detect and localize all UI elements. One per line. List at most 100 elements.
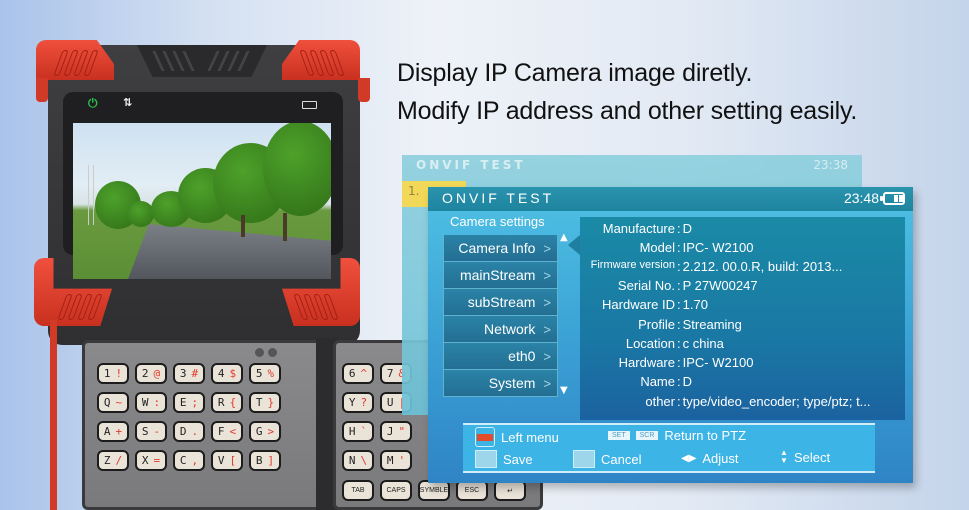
info-key: Location bbox=[625, 336, 675, 351]
key[interactable]: M ' bbox=[380, 450, 412, 471]
up-down-arrows-icon: ▲▼ bbox=[780, 448, 788, 465]
key-primary: J bbox=[386, 425, 394, 438]
key[interactable]: J " bbox=[380, 421, 412, 442]
headline-line-1: Display IP Camera image diretly. bbox=[397, 59, 753, 87]
menu-item-label: subStream bbox=[467, 294, 536, 310]
key[interactable]: R{ bbox=[211, 392, 243, 413]
hint-adjust: ◀▶ Adjust bbox=[681, 451, 739, 466]
key[interactable]: T} bbox=[249, 392, 281, 413]
info-value: type/video_encoder; type/ptz; t... bbox=[682, 394, 871, 409]
section-label: Camera settings bbox=[450, 214, 545, 229]
key[interactable]: G > bbox=[249, 421, 281, 442]
info-row-model: Model: IPC- W2100 bbox=[580, 240, 905, 259]
key[interactable]: E; bbox=[173, 392, 205, 413]
key[interactable]: F < bbox=[211, 421, 243, 442]
info-value: IPC- W2100 bbox=[682, 355, 754, 370]
hint-label: Save bbox=[503, 451, 533, 467]
key[interactable]: 2 @ bbox=[135, 363, 167, 384]
menu-item-camera-info[interactable]: Camera Info > bbox=[443, 235, 558, 262]
scroll-down-arrow-icon[interactable]: ▼ bbox=[560, 385, 568, 396]
info-key: Hardware ID bbox=[602, 297, 675, 312]
battery-icon bbox=[302, 101, 317, 109]
key-primary: 2 bbox=[141, 367, 149, 380]
headline: Display IP Camera image diretly. Modify … bbox=[397, 54, 857, 130]
clock: 23:48 bbox=[843, 190, 879, 206]
key[interactable]: V[ bbox=[211, 450, 243, 471]
key-symbol: $ bbox=[229, 367, 237, 380]
key-primary: 1 bbox=[103, 367, 111, 380]
key[interactable]: 3 # bbox=[173, 363, 205, 384]
key[interactable]: ESC bbox=[456, 480, 488, 501]
key-primary: N bbox=[348, 454, 356, 467]
key[interactable]: D. bbox=[173, 421, 205, 442]
info-value: IPC- W2100 bbox=[682, 240, 754, 255]
key-primary: C bbox=[179, 454, 187, 467]
key[interactable]: Y? bbox=[342, 392, 374, 413]
key-symbol: + bbox=[115, 425, 123, 438]
tester-device: ⏻ ⇅ 1! 2 @3 #4 $5% Q ~ W: E; R{T} A + S - D. F < G > Z / X = C,… bbox=[0, 0, 543, 510]
menu-item-mainstream[interactable]: mainStream > bbox=[443, 262, 558, 289]
info-value: P 27W00247 bbox=[682, 278, 758, 293]
key[interactable]: B] bbox=[249, 450, 281, 471]
zoom-key-icon bbox=[475, 427, 495, 447]
key-primary: 6 bbox=[348, 367, 356, 380]
info-row-profile: Profile: Streaming bbox=[580, 317, 905, 336]
key-symbol: % bbox=[267, 367, 275, 380]
menu-item-substream[interactable]: subStream > bbox=[443, 289, 558, 316]
menu-item-label: Network bbox=[484, 321, 536, 337]
speaker-grille bbox=[137, 45, 267, 77]
key[interactable]: CAPS bbox=[380, 480, 412, 501]
menu-item-label: System bbox=[488, 375, 536, 391]
menu-item-label: mainStream bbox=[459, 267, 536, 283]
data-transfer-icon: ⇅ bbox=[123, 96, 133, 109]
key-primary: 4 bbox=[217, 367, 225, 380]
scroll-up-arrow-icon[interactable]: ▲ bbox=[560, 232, 568, 243]
key-primary: V bbox=[217, 454, 225, 467]
key[interactable]: C, bbox=[173, 450, 205, 471]
key-symbol: ] bbox=[267, 454, 275, 467]
key-symbol: ; bbox=[191, 396, 199, 409]
key[interactable]: W: bbox=[135, 392, 167, 413]
scr-key-badge: SCR bbox=[635, 431, 659, 440]
back-tab-label: 1. bbox=[408, 184, 420, 198]
bumper-side-left bbox=[36, 78, 48, 102]
key-symbol: ' bbox=[398, 454, 406, 467]
key[interactable]: H ` bbox=[342, 421, 374, 442]
key-symbol: , bbox=[191, 454, 199, 467]
menu-item-network[interactable]: Network > bbox=[443, 316, 558, 343]
key-primary: 7 bbox=[386, 367, 394, 380]
selection-pointer bbox=[568, 235, 580, 255]
iris-plus-key-icon bbox=[475, 450, 497, 468]
key[interactable]: Z / bbox=[97, 450, 129, 471]
info-row-other: other: type/video_encoder; type/ptz; t... bbox=[580, 394, 905, 413]
key-symbol: > bbox=[267, 425, 275, 438]
menu-item-eth0[interactable]: eth0 > bbox=[443, 343, 558, 370]
key[interactable]: N \ bbox=[342, 450, 374, 471]
key-primary: E bbox=[179, 396, 187, 409]
key-symbol: } bbox=[267, 396, 275, 409]
key[interactable]: 4 $ bbox=[211, 363, 243, 384]
key-primary: X bbox=[141, 454, 149, 467]
key[interactable]: Q ~ bbox=[97, 392, 129, 413]
key-primary: Y bbox=[348, 396, 356, 409]
headline-line-2: Modify IP address and other setting easi… bbox=[397, 97, 858, 125]
key-primary: Z bbox=[103, 454, 111, 467]
key[interactable]: 5% bbox=[249, 363, 281, 384]
key[interactable]: X = bbox=[135, 450, 167, 471]
key[interactable]: A + bbox=[97, 421, 129, 442]
key[interactable]: SYMBLE bbox=[418, 480, 450, 501]
info-key: Profile bbox=[638, 317, 675, 332]
back-window-title: ONVIF TEST bbox=[416, 158, 526, 172]
info-key: Hardware bbox=[618, 355, 675, 370]
key[interactable]: S- bbox=[135, 421, 167, 442]
key[interactable]: 6 ^ bbox=[342, 363, 374, 384]
key-primary: U bbox=[386, 396, 394, 409]
chevron-right-icon: > bbox=[543, 240, 551, 256]
menu-item-system[interactable]: System > bbox=[443, 370, 558, 397]
hint-save: Save bbox=[475, 450, 533, 468]
key[interactable]: ↵ bbox=[494, 480, 526, 501]
key[interactable]: 1! bbox=[97, 363, 129, 384]
key[interactable]: TAB bbox=[342, 480, 374, 501]
tree-trunk bbox=[283, 213, 287, 241]
camera-live-image bbox=[73, 123, 331, 279]
